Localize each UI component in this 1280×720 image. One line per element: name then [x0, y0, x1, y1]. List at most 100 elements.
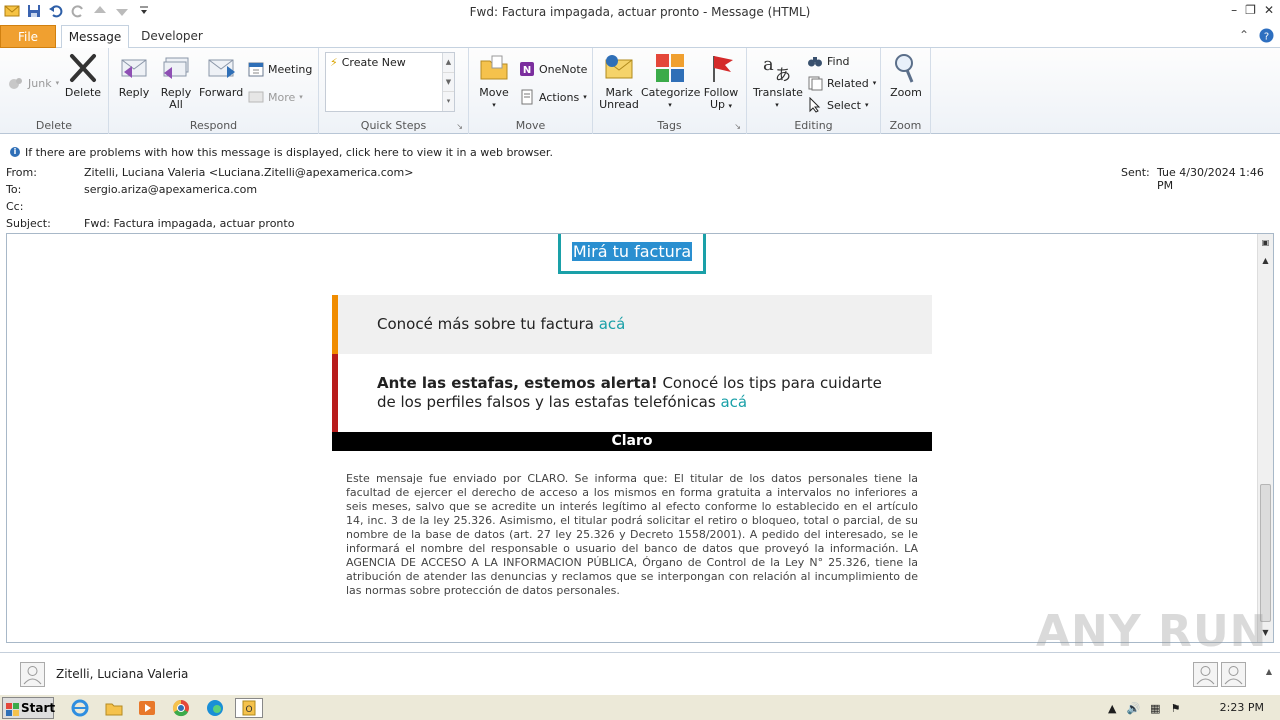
- file-explorer-icon[interactable]: [104, 698, 124, 718]
- select-button[interactable]: Select ▾: [807, 96, 868, 114]
- more-icon: [248, 89, 264, 105]
- start-button[interactable]: Start: [2, 697, 55, 719]
- categorize-icon: [654, 52, 686, 84]
- help-icon[interactable]: ?: [1259, 28, 1274, 46]
- mark-unread-button[interactable]: Mark Unread: [597, 52, 641, 111]
- more-button[interactable]: More ▾: [248, 88, 303, 106]
- tab-file[interactable]: File: [0, 25, 56, 48]
- flag-icon: [705, 52, 737, 84]
- watermark: ANY RUN: [1036, 606, 1268, 657]
- delete-button[interactable]: Delete: [63, 52, 103, 99]
- binoculars-icon: [807, 53, 823, 69]
- scam-alert-heading: Ante las estafas, estemos alerta!: [377, 374, 658, 392]
- forward-icon: [205, 52, 237, 84]
- find-label: Find: [827, 54, 850, 68]
- reply-icon: [118, 52, 150, 84]
- scrollbar-thumb[interactable]: [1260, 484, 1271, 622]
- quick-steps-group-label: Quick Steps: [360, 119, 427, 132]
- network-icon[interactable]: ▦: [1150, 702, 1160, 715]
- info-bar-text[interactable]: If there are problems with how this mess…: [25, 146, 553, 159]
- cursor-icon: [807, 96, 823, 113]
- reply-button[interactable]: Reply: [117, 52, 151, 99]
- subject-row: Subject: Fwd: Factura impagada, actuar p…: [0, 217, 1280, 231]
- junk-label: Junk: [28, 76, 52, 90]
- follow-up-label-line2: Up: [709, 98, 726, 111]
- chevron-down-icon: ▾: [775, 101, 779, 109]
- dialog-launcher-icon[interactable]: ↘: [734, 122, 741, 131]
- find-button[interactable]: Find: [807, 52, 850, 70]
- junk-button[interactable]: Junk ▾: [8, 74, 59, 92]
- svg-text:?: ?: [1264, 32, 1269, 43]
- brand-bar: Claro: [332, 432, 932, 451]
- lightning-icon: ⚡: [330, 56, 338, 69]
- minimize-icon[interactable]: –: [1231, 3, 1237, 17]
- adjust-view-icon[interactable]: ▣: [1260, 238, 1271, 250]
- to-value[interactable]: sergio.ariza@apexamerica.com: [84, 183, 257, 196]
- dialog-launcher-icon[interactable]: ↘: [456, 122, 463, 131]
- chrome-icon[interactable]: [171, 698, 191, 718]
- show-hidden-icons-icon[interactable]: ▲: [1108, 702, 1116, 715]
- chevron-down-icon: ▾: [583, 93, 587, 101]
- collapse-ribbon-icon[interactable]: ⌃: [1239, 28, 1249, 46]
- volume-icon[interactable]: 🔊: [1126, 702, 1140, 715]
- view-invoice-button[interactable]: Mirá tu factura: [558, 234, 706, 274]
- clock[interactable]: 2:23 PM: [1220, 701, 1264, 714]
- outlook-taskbar-icon[interactable]: O: [235, 698, 263, 718]
- avatar[interactable]: [1193, 662, 1218, 687]
- media-player-icon[interactable]: [137, 698, 157, 718]
- quick-steps-gallery[interactable]: ⚡ Create New ▲ ▼ ▾: [325, 52, 455, 112]
- create-new-quick-step[interactable]: ⚡ Create New: [330, 56, 406, 69]
- subject-label: Subject:: [6, 217, 51, 230]
- restore-icon[interactable]: ❐: [1245, 3, 1256, 17]
- ribbon-tabs: File Message Developer ⌃ ?: [0, 24, 1280, 49]
- close-icon[interactable]: ✕: [1264, 3, 1274, 17]
- internet-explorer-icon[interactable]: [70, 698, 90, 718]
- invoice-info-link[interactable]: acá: [599, 315, 626, 333]
- from-value[interactable]: Zitelli, Luciana Valeria <Luciana.Zitell…: [84, 166, 413, 179]
- reply-all-icon: [160, 52, 192, 84]
- ribbon: Junk ▾ Delete Delete Reply Reply All For…: [0, 48, 1280, 134]
- follow-up-button[interactable]: Follow Up ▾: [701, 52, 741, 112]
- sender-name[interactable]: Zitelli, Luciana Valeria: [56, 667, 188, 681]
- zoom-button[interactable]: Zoom: [887, 52, 925, 99]
- onenote-icon: N: [519, 61, 535, 77]
- respond-group: Reply Reply All Forward Meeting More ▾ R…: [109, 48, 319, 134]
- onenote-button[interactable]: N OneNote: [519, 60, 587, 78]
- scroll-up-icon[interactable]: ▲: [1260, 256, 1271, 268]
- vertical-scrollbar[interactable]: ▣ ▲ ▼: [1257, 234, 1273, 642]
- categorize-label: Categorize: [641, 86, 701, 99]
- editing-group-label: Editing: [794, 119, 833, 132]
- translate-button[interactable]: aあ Translate ▾: [753, 52, 803, 111]
- actions-button[interactable]: Actions ▾: [519, 88, 587, 106]
- magnifier-icon: [890, 52, 922, 84]
- message-body: Mirá tu factura Conocé más sobre tu fact…: [6, 233, 1274, 643]
- svg-text:N: N: [523, 65, 531, 76]
- avatar[interactable]: [1221, 662, 1246, 687]
- move-button[interactable]: Move ▾: [477, 52, 511, 111]
- forward-button[interactable]: Forward: [199, 52, 243, 99]
- translate-label: Translate: [753, 86, 803, 99]
- categorize-button[interactable]: Categorize ▾: [641, 52, 701, 111]
- translate-icon: aあ: [761, 52, 793, 84]
- from-label: From:: [6, 166, 37, 179]
- actions-label: Actions: [539, 90, 580, 104]
- quick-steps-scroll[interactable]: ▲ ▼ ▾: [442, 53, 454, 111]
- editing-group: aあ Translate ▾ Find Related ▾ Select ▾ E…: [747, 48, 881, 134]
- scam-alert-link[interactable]: acá: [720, 393, 747, 411]
- mark-unread-label-line2: Unread: [599, 98, 639, 111]
- view-invoice-label[interactable]: Mirá tu factura: [571, 242, 693, 261]
- tab-message[interactable]: Message: [61, 25, 129, 49]
- sender-avatar[interactable]: [20, 662, 45, 687]
- move-group: Move ▾ N OneNote Actions ▾ Move: [469, 48, 593, 134]
- reply-all-button[interactable]: Reply All: [158, 52, 194, 111]
- action-center-flag-icon[interactable]: ⚑: [1171, 702, 1181, 715]
- select-label: Select: [827, 98, 861, 112]
- window-title: Fwd: Factura impagada, actuar pronto - M…: [469, 5, 811, 19]
- expand-people-pane-icon[interactable]: ▲: [1266, 667, 1272, 676]
- info-bar[interactable]: i If there are problems with how this me…: [0, 142, 1280, 162]
- tab-developer[interactable]: Developer: [136, 25, 208, 48]
- related-button[interactable]: Related ▾: [807, 74, 876, 92]
- chevron-down-icon: ▾: [728, 102, 733, 110]
- meeting-button[interactable]: Meeting: [248, 60, 312, 78]
- edge-icon[interactable]: [205, 698, 225, 718]
